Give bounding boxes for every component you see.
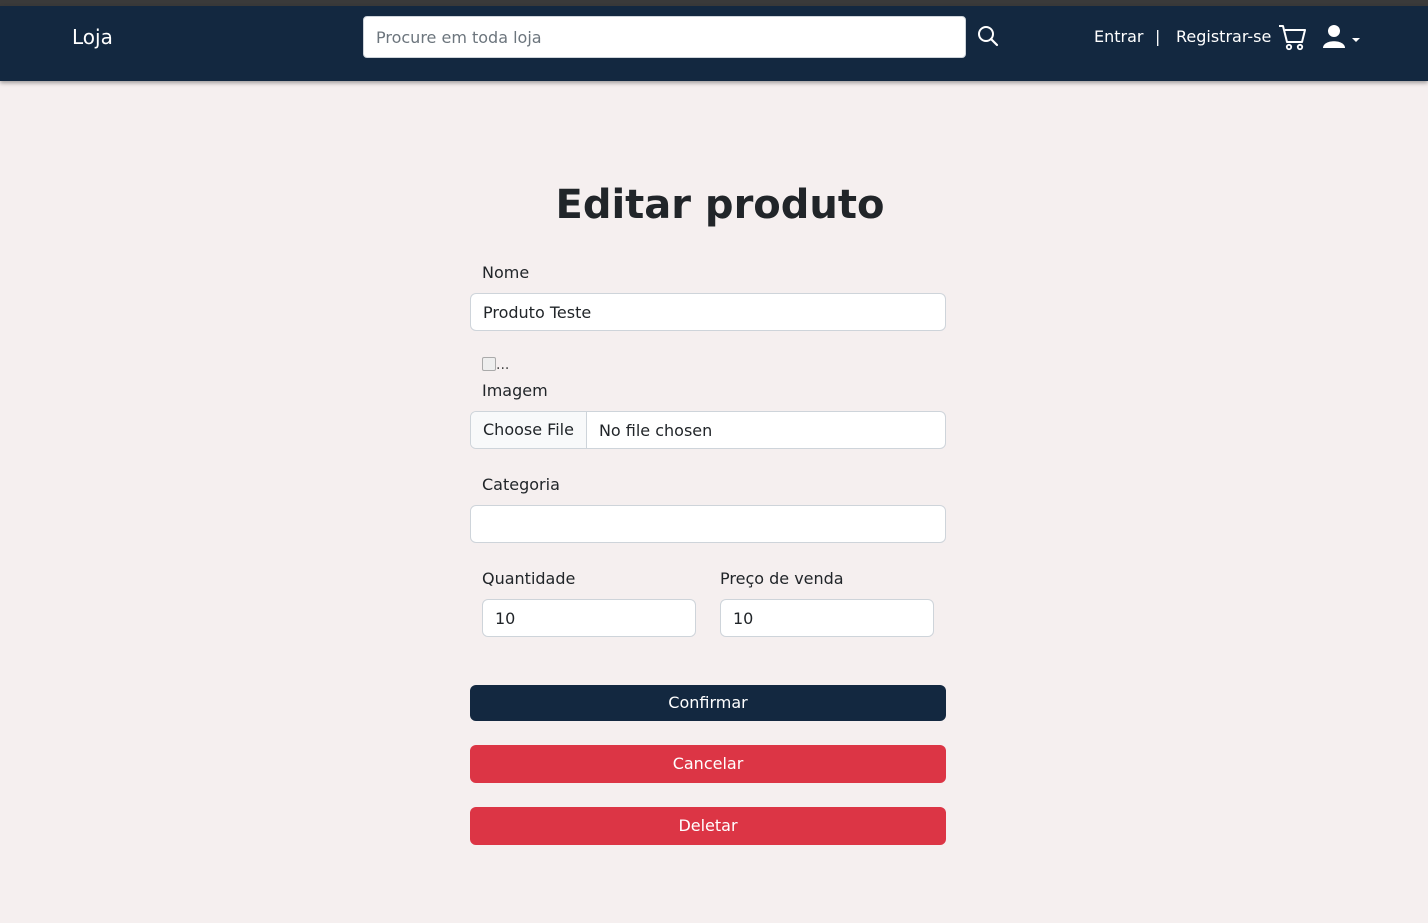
brand-logo[interactable]: Loja bbox=[72, 25, 113, 49]
image-label: Imagem bbox=[482, 381, 548, 400]
broken-image-icon bbox=[482, 357, 496, 371]
file-status: No file chosen bbox=[598, 420, 713, 440]
cancel-button[interactable]: Cancelar bbox=[470, 745, 946, 783]
quantity-label: Quantidade bbox=[482, 569, 576, 588]
product-image-alt: ... bbox=[496, 357, 510, 373]
confirm-button[interactable]: Confirmar bbox=[470, 685, 946, 721]
name-input[interactable] bbox=[470, 293, 946, 331]
product-image-preview: ... bbox=[482, 356, 512, 374]
user-menu-button[interactable] bbox=[1323, 24, 1363, 50]
category-input[interactable] bbox=[470, 505, 946, 543]
delete-button[interactable]: Deletar bbox=[470, 807, 946, 845]
search-icon[interactable] bbox=[977, 25, 999, 47]
name-label: Nome bbox=[482, 263, 530, 282]
login-link[interactable]: Entrar bbox=[1094, 27, 1143, 47]
category-label: Categoria bbox=[482, 475, 560, 494]
quantity-input[interactable] bbox=[482, 599, 696, 637]
page-title: Editar produto bbox=[555, 182, 885, 228]
search-input[interactable] bbox=[363, 16, 966, 58]
user-icon bbox=[1323, 25, 1360, 48]
choose-file-button[interactable]: Choose File bbox=[471, 412, 587, 448]
nav-separator: | bbox=[1155, 27, 1161, 46]
cart-icon[interactable] bbox=[1278, 23, 1306, 51]
register-link[interactable]: Registrar-se bbox=[1176, 27, 1271, 47]
chevron-down-icon bbox=[1352, 38, 1360, 42]
top-navbar: Loja Entrar | Registrar-se bbox=[0, 6, 1428, 81]
price-label: Preço de venda bbox=[720, 569, 844, 588]
image-file-input[interactable]: Choose File No file chosen bbox=[470, 411, 946, 449]
price-input[interactable] bbox=[720, 599, 934, 637]
